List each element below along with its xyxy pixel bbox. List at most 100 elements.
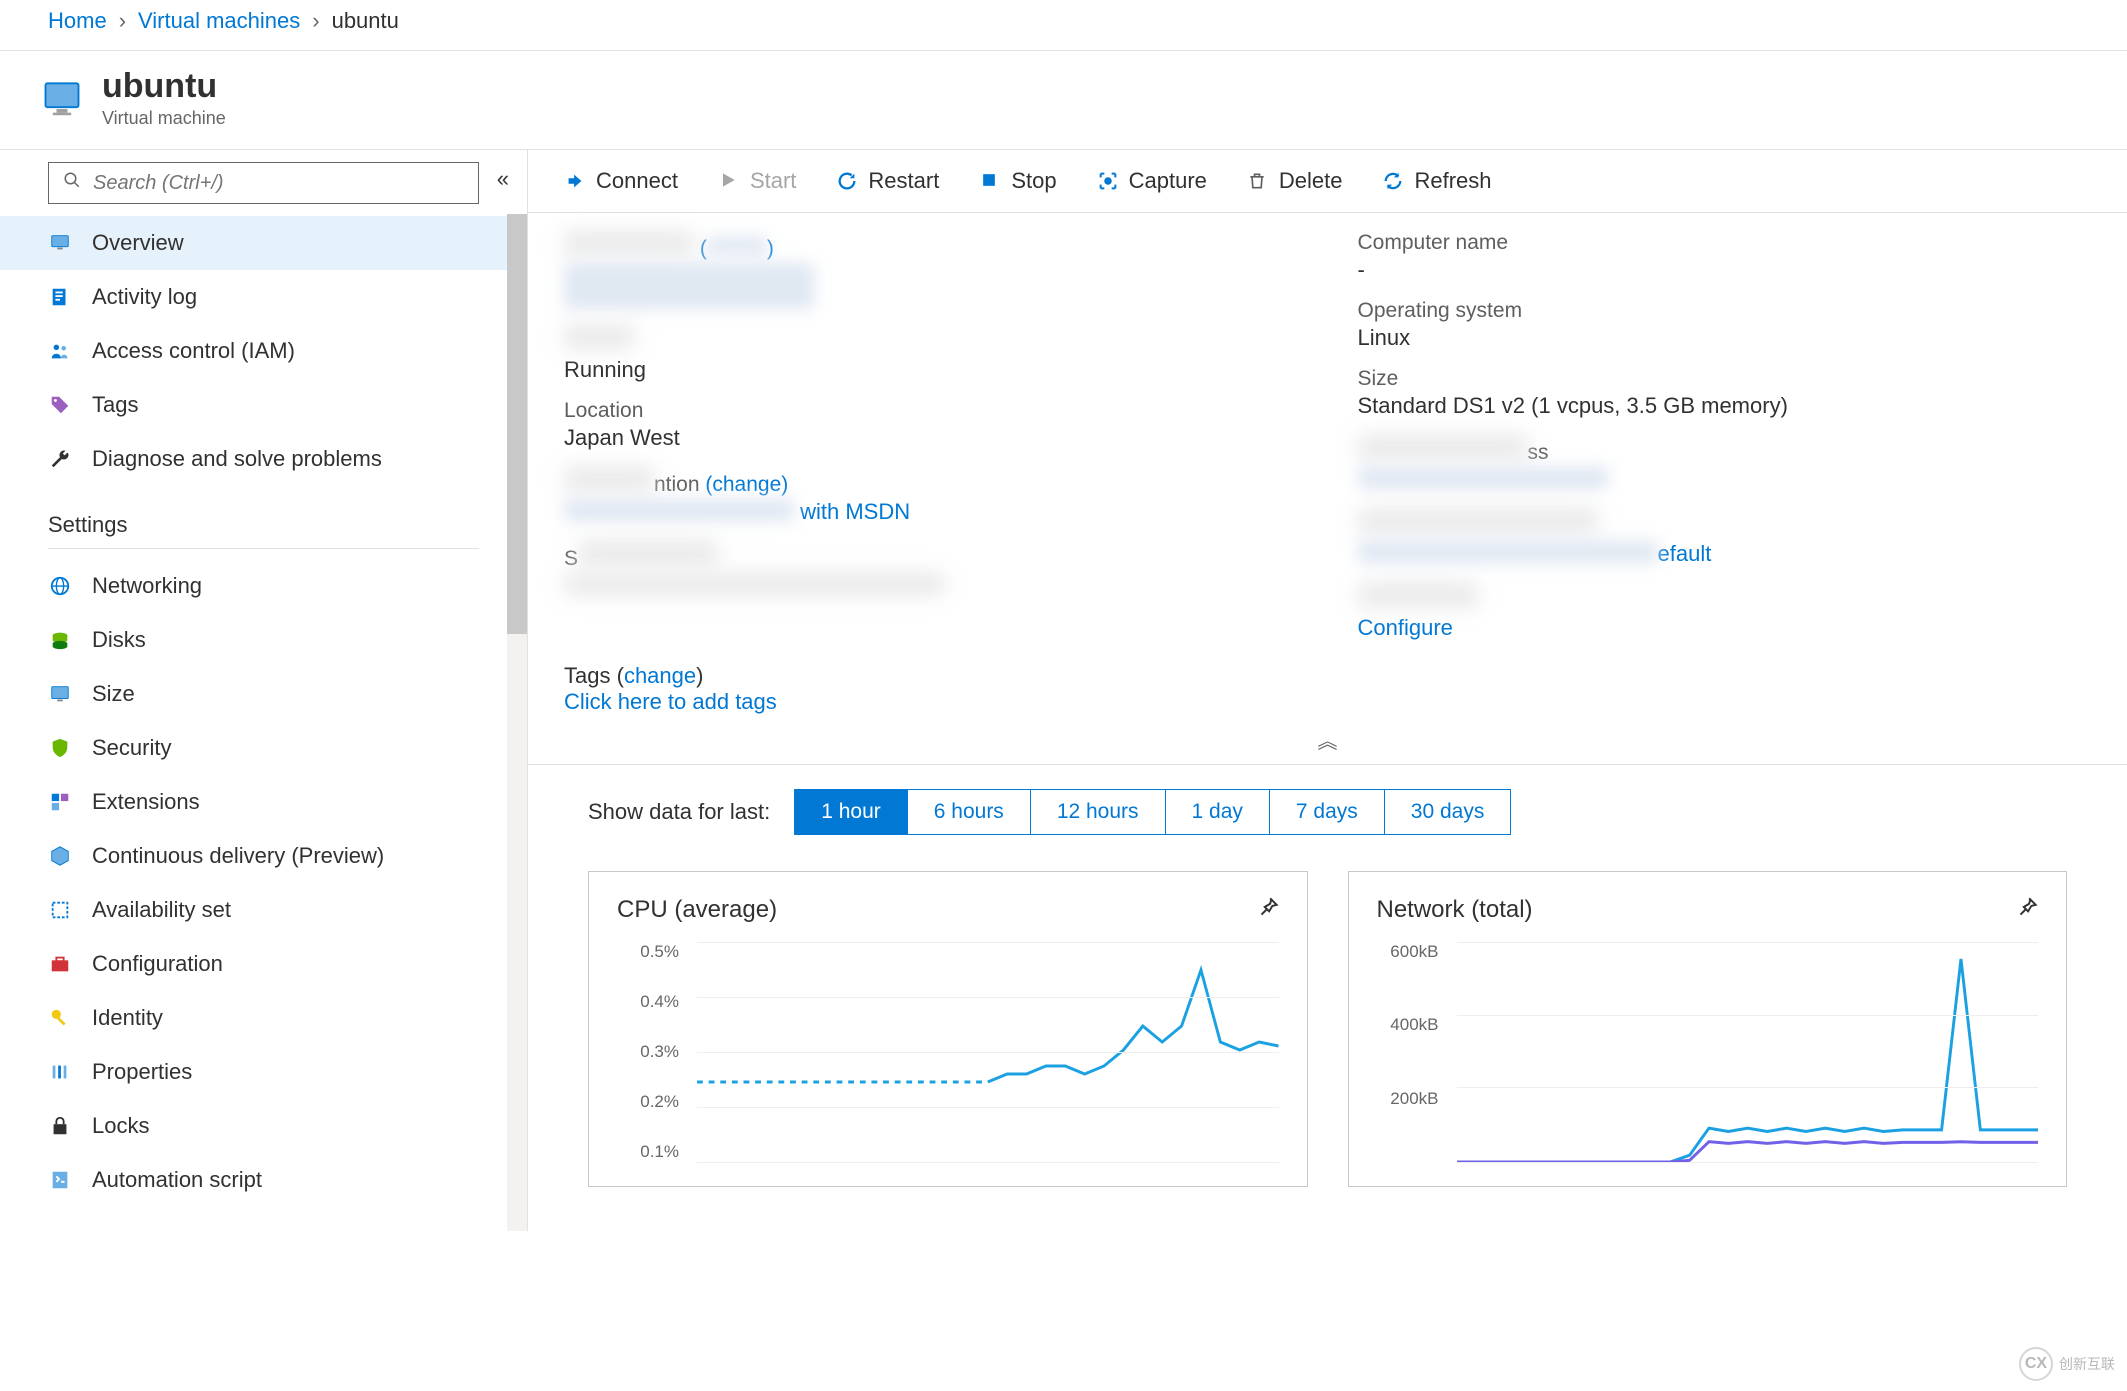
sidebar-item-label: Diagnose and solve problems [92, 446, 382, 472]
range-7d[interactable]: 7 days [1270, 790, 1385, 834]
restart-button[interactable]: Restart [836, 168, 939, 194]
breadcrumb-home[interactable]: Home [48, 8, 107, 34]
sidebar: « Overview Activity log Access control (… [0, 150, 528, 1231]
sidebar-item-tags[interactable]: Tags [0, 378, 527, 432]
size-label: Size [1358, 367, 2092, 391]
box-icon [48, 844, 72, 868]
sidebar-item-automation[interactable]: Automation script [0, 1153, 527, 1207]
sidebar-item-security[interactable]: Security [0, 721, 527, 775]
chart-cpu: CPU (average) 0.5% 0.4% 0.3% 0.2% 0.1% [588, 871, 1308, 1187]
sidebar-item-availability[interactable]: Availability set [0, 883, 527, 937]
chart-plot [1457, 942, 2039, 1162]
refresh-button[interactable]: Refresh [1382, 168, 1491, 194]
sidebar-scrollbar[interactable] [507, 214, 527, 1231]
stop-button[interactable]: Stop [979, 168, 1056, 194]
page-subtitle: Virtual machine [102, 108, 226, 129]
breadcrumb-current: ubuntu [332, 8, 399, 34]
properties-icon [48, 1060, 72, 1084]
disks-icon [48, 628, 72, 652]
range-label: Show data for last: [588, 799, 770, 825]
add-tags-link[interactable]: Click here to add tags [564, 689, 777, 714]
breadcrumb-vms[interactable]: Virtual machines [138, 8, 300, 34]
breadcrumb: Home › Virtual machines › ubuntu [0, 0, 2127, 51]
sidebar-item-identity[interactable]: Identity [0, 991, 527, 1045]
chart-title: Network (total) [1377, 896, 2039, 924]
size-icon [48, 682, 72, 706]
computer-name-value: - [1358, 257, 2092, 283]
range-1h[interactable]: 1 hour [795, 790, 908, 834]
sidebar-item-label: Activity log [92, 284, 197, 310]
chart-title: CPU (average) [617, 896, 1279, 924]
wrench-icon [48, 447, 72, 471]
location-value: Japan West [564, 425, 1298, 451]
lock-icon [48, 1114, 72, 1138]
toolbar-label: Stop [1011, 168, 1056, 194]
sidebar-item-overview[interactable]: Overview [0, 216, 527, 270]
restart-icon [836, 170, 858, 192]
tags-row: Tags (change) Click here to add tags [564, 663, 2091, 715]
os-value: Linux [1358, 325, 2092, 351]
range-6h[interactable]: 6 hours [908, 790, 1031, 834]
chevron-right-icon: › [312, 8, 319, 34]
sidebar-item-label: Availability set [92, 897, 231, 923]
pin-button[interactable] [1255, 894, 1281, 926]
sidebar-item-label: Tags [92, 392, 138, 418]
delete-button[interactable]: Delete [1247, 168, 1343, 194]
tags-label: Tags [564, 663, 610, 688]
toolbox-icon [48, 952, 72, 976]
toolbar-label: Connect [596, 168, 678, 194]
sidebar-item-label: Locks [92, 1113, 149, 1139]
sidebar-item-label: Disks [92, 627, 146, 653]
os-label: Operating system [1358, 299, 2092, 323]
watermark-text: 创新互联 [2059, 1354, 2115, 1374]
tags-change-link[interactable]: change [624, 663, 696, 688]
sidebar-item-diagnose[interactable]: Diagnose and solve problems [0, 432, 527, 486]
collapse-sidebar-button[interactable]: « [497, 166, 509, 192]
collapse-essentials-button[interactable]: ︽ [528, 721, 2127, 765]
dns-configure-link[interactable]: Configure [1358, 615, 1453, 640]
capture-button[interactable]: Capture [1097, 168, 1207, 194]
sidebar-item-disks[interactable]: Disks [0, 613, 527, 667]
sidebar-item-label: Networking [92, 573, 202, 599]
sidebar-item-label: Size [92, 681, 135, 707]
sidebar-item-size[interactable]: Size [0, 667, 527, 721]
y-axis-ticks: 600kB 400kB 200kB [1377, 942, 1449, 1162]
globe-icon [48, 574, 72, 598]
sidebar-item-networking[interactable]: Networking [0, 559, 527, 613]
search-input[interactable] [93, 172, 464, 195]
sidebar-item-label: Identity [92, 1005, 163, 1031]
sidebar-item-properties[interactable]: Properties [0, 1045, 527, 1099]
sidebar-item-label: Properties [92, 1059, 192, 1085]
capture-icon [1097, 170, 1119, 192]
sidebar-search[interactable] [48, 162, 479, 204]
watermark-icon: CX [2019, 1347, 2053, 1381]
toolbar-label: Restart [868, 168, 939, 194]
tag-icon [48, 393, 72, 417]
subscription-change-link[interactable]: (change) [705, 473, 788, 496]
extensions-icon [48, 790, 72, 814]
sidebar-item-configuration[interactable]: Configuration [0, 937, 527, 991]
toolbar-label: Delete [1279, 168, 1343, 194]
toolbar-label: Refresh [1414, 168, 1491, 194]
status-value: Running [564, 357, 1298, 383]
sidebar-item-iam[interactable]: Access control (IAM) [0, 324, 527, 378]
vnet-link[interactable]: xxefault [1358, 541, 1712, 566]
people-icon [48, 339, 72, 363]
sidebar-item-activity-log[interactable]: Activity log [0, 270, 527, 324]
range-1d[interactable]: 1 day [1166, 790, 1270, 834]
connect-icon [564, 170, 586, 192]
sidebar-item-cd[interactable]: Continuous delivery (Preview) [0, 829, 527, 883]
availability-icon [48, 898, 72, 922]
sidebar-item-locks[interactable]: Locks [0, 1099, 527, 1153]
vm-icon [40, 76, 84, 120]
script-icon [48, 1168, 72, 1192]
sidebar-item-label: Overview [92, 230, 184, 256]
sidebar-item-extensions[interactable]: Extensions [0, 775, 527, 829]
range-12h[interactable]: 12 hours [1031, 790, 1166, 834]
content: Connect Start Restart Stop Capture Delet… [528, 150, 2127, 1231]
search-icon [63, 171, 81, 195]
range-30d[interactable]: 30 days [1385, 790, 1511, 834]
pin-button[interactable] [2014, 894, 2040, 926]
connect-button[interactable]: Connect [564, 168, 678, 194]
computer-name-label: Computer name [1358, 231, 2092, 255]
